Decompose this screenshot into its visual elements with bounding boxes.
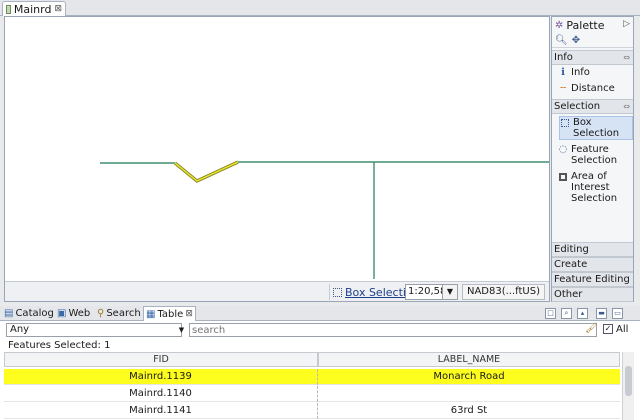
map-editor: Box Selection 1:20,587 ▼ NAD83(...ftUS) xyxy=(4,16,550,302)
zoom-to-selection-icon[interactable]: ⌕ xyxy=(561,308,572,319)
label-cell: 63rd St xyxy=(450,405,488,416)
drawer-create[interactable]: Create xyxy=(552,257,633,272)
palette-title: Palette xyxy=(566,18,605,32)
map-status-bar: Box Selection 1:20,587 ▼ NAD83(...ftUS) xyxy=(5,281,549,301)
palette-item-label: Area of Interest Selection xyxy=(571,171,618,204)
palette-collapse-icon[interactable]: ▷ xyxy=(623,19,630,29)
tab-label: Catalog xyxy=(15,308,54,319)
drawer-feature-editing[interactable]: Feature Editing xyxy=(552,272,633,287)
search-input[interactable] xyxy=(189,323,597,337)
box-selection-icon xyxy=(333,287,342,297)
map-icon xyxy=(6,4,11,14)
tab-catalog[interactable]: ▤ Catalog xyxy=(2,306,56,321)
select-all-icon[interactable]: □ xyxy=(545,308,556,319)
web-icon: ▣ xyxy=(57,308,67,319)
fid-cell: Mainrd.1141 xyxy=(4,403,318,419)
map-canvas[interactable] xyxy=(5,17,549,279)
fid-cell: Mainrd.1140 xyxy=(4,386,318,402)
table-row[interactable]: Mainrd.1140 xyxy=(4,386,620,402)
palette-item-distance[interactable]: ╌ Distance xyxy=(558,83,632,94)
label-cell: Monarch Road xyxy=(433,371,505,382)
scale-input[interactable]: 1:20,587 xyxy=(405,284,443,300)
palette-item-aoi-selection[interactable]: Area of Interest Selection xyxy=(558,171,632,207)
catalog-icon: ▤ xyxy=(4,308,14,319)
drawer-info-title: Info xyxy=(554,52,573,63)
tab-web[interactable]: ▣ Web xyxy=(55,306,92,321)
chevron-down-icon[interactable]: ▼ xyxy=(176,323,187,337)
filter-combo[interactable]: Any xyxy=(6,323,182,337)
features-selected-status: Features Selected: 1 xyxy=(8,340,111,351)
all-checkbox[interactable]: ✓ xyxy=(603,324,613,334)
label-cell xyxy=(318,386,620,402)
fid-cell: Mainrd.1139 xyxy=(4,369,318,385)
drawer-selection[interactable]: Selection ⇔ xyxy=(552,99,633,114)
scrollbar-thumb[interactable] xyxy=(625,366,632,396)
tab-table[interactable]: ▦ Table ⊠ xyxy=(143,306,196,321)
close-icon[interactable]: ⊠ xyxy=(185,309,193,319)
box-selection-icon xyxy=(560,117,570,139)
minimize-icon[interactable]: ▬ xyxy=(596,308,607,319)
palette-icon: ✲ xyxy=(555,19,564,31)
palette-item-feature-selection[interactable]: ◌ Feature Selection xyxy=(558,144,632,168)
table-row[interactable]: Mainrd.1139 Monarch Road xyxy=(4,369,620,385)
aoi-selection-icon xyxy=(558,171,568,207)
clear-search-icon[interactable]: 🖌︎ xyxy=(585,323,598,336)
table-row[interactable]: Mainrd.1141 63rd St xyxy=(4,403,620,419)
table-icon: ▦ xyxy=(146,308,156,320)
drawer-pin-icon[interactable]: ⇔ xyxy=(623,100,630,113)
pan-icon[interactable]: ✥ xyxy=(572,35,580,46)
bottom-tab-bar: ▤ Catalog ▣ Web ⚲ Search ▦ Table ⊠ □ ⌕ ▴… xyxy=(0,306,640,321)
tab-search[interactable]: ⚲ Search xyxy=(95,306,143,321)
palette-item-label: Box Selection xyxy=(573,117,620,139)
editor-tab-bar: Mainrd ⊠ xyxy=(0,0,640,16)
scale-dropdown-icon[interactable]: ▼ xyxy=(443,284,458,300)
crs-button[interactable]: NAD83(...ftUS) xyxy=(462,284,545,300)
all-label: All xyxy=(616,324,629,335)
drawer-editing[interactable]: Editing xyxy=(552,242,633,257)
info-icon: ℹ xyxy=(561,67,565,78)
palette-item-label: Distance xyxy=(571,83,615,94)
tab-label: Web xyxy=(68,308,91,319)
filter-row: Any ▼ 🖌︎ ✓ All xyxy=(0,321,640,339)
tab-label: Table xyxy=(157,308,184,320)
palette-item-label: Feature Selection xyxy=(571,144,618,166)
column-header-label-name[interactable]: LABEL_NAME xyxy=(318,352,620,367)
table-panel: Any ▼ 🖌︎ ✓ All Features Selected: 1 FID … xyxy=(0,321,640,420)
palette-header: ✲ Palette ▷ xyxy=(552,17,633,33)
tab-mainrd[interactable]: Mainrd ⊠ xyxy=(2,1,66,16)
drawer-other[interactable]: Other xyxy=(552,287,633,302)
promote-selection-icon[interactable]: ▴ xyxy=(577,308,588,319)
palette-item-box-selection[interactable]: Box Selection xyxy=(559,116,633,140)
zoom-icon[interactable]: 🔍︎ xyxy=(555,35,568,46)
palette-item-label: Info xyxy=(571,67,590,78)
palette-item-info[interactable]: ℹ Info xyxy=(558,67,632,78)
palette-panel: ✲ Palette ▷ 🔍︎ ✥ Info ⇔ ℹ Info ╌ Distanc… xyxy=(551,16,634,302)
tab-title: Mainrd xyxy=(13,2,52,16)
attribute-table: FID LABEL_NAME Mainrd.1139 Monarch Road … xyxy=(4,352,620,420)
column-header-fid[interactable]: FID xyxy=(4,352,318,367)
search-icon: ⚲ xyxy=(97,308,105,319)
maximize-icon[interactable]: ▭ xyxy=(612,308,623,319)
drawer-pin-icon[interactable]: ⇔ xyxy=(623,51,630,64)
tab-label: Search xyxy=(106,308,141,319)
palette-toolbar: 🔍︎ ✥ xyxy=(552,33,633,48)
vertical-scrollbar[interactable] xyxy=(622,352,634,420)
distance-icon: ╌ xyxy=(559,83,567,94)
drawer-info[interactable]: Info ⇔ xyxy=(552,50,633,65)
close-icon[interactable]: ⊠ xyxy=(54,4,62,14)
drawer-selection-title: Selection xyxy=(554,101,601,112)
feature-selection-icon: ◌ xyxy=(558,144,568,155)
